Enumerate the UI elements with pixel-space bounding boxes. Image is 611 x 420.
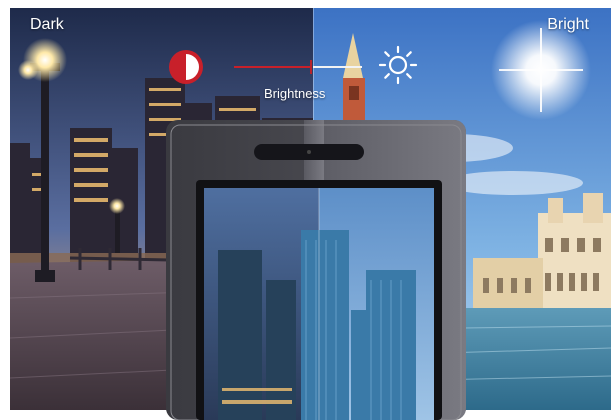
slider-track-empty	[313, 66, 362, 68]
bright-label: Bright	[547, 16, 589, 33]
slider-thumb[interactable]	[310, 60, 312, 74]
dark-label: Dark	[30, 16, 64, 33]
slider-track-filled	[234, 66, 311, 68]
sun-icon	[377, 44, 419, 86]
display-device	[166, 120, 466, 420]
brightness-label: Brightness	[264, 86, 326, 101]
device-screen-image	[204, 188, 434, 420]
brightness-slider[interactable]	[234, 60, 362, 74]
contrast-half-circle-icon	[166, 47, 206, 87]
